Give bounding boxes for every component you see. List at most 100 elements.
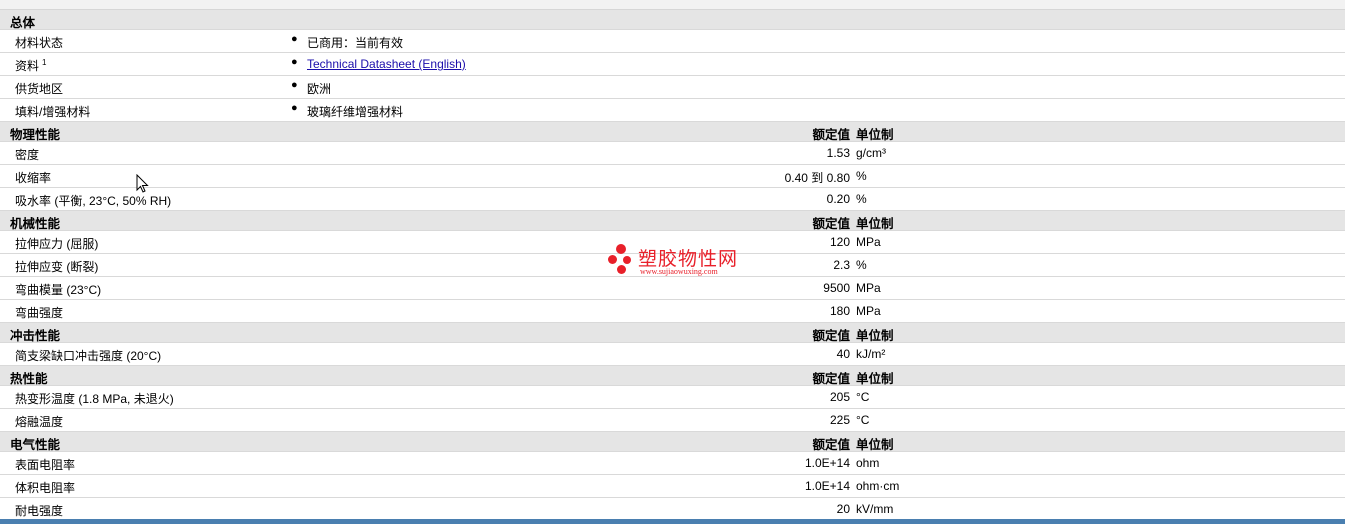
property-label: 弯曲模量 (23°C) — [15, 283, 102, 297]
property-unit: % — [856, 258, 867, 272]
table-row: 供货地区 ● 欧洲 — [0, 76, 1345, 99]
property-value: 180 — [829, 304, 850, 318]
property-value: 1.0E+14 — [804, 456, 850, 470]
property-label: 吸水率 (平衡, 23°C, 50% RH) — [15, 194, 172, 208]
property-unit: MPa — [856, 235, 881, 249]
property-label: 密度 — [15, 148, 40, 162]
table-row: 体积电阻率 1.0E+14 ohm·cm — [0, 475, 1345, 498]
datasheet-table: 总体材料状态 ● 已商用：当前有效资料 1 ● Technical Datasheet (… — [0, 0, 1345, 524]
property-label: 体积电阻率 — [15, 481, 76, 495]
footnote-marker: 1 — [42, 58, 47, 67]
property-unit: °C — [856, 413, 870, 427]
section-title: 总体 — [10, 16, 36, 30]
table-row: 资料 1 ● Technical Datasheet (English) — [0, 53, 1345, 76]
property-value: 0.20 — [826, 192, 850, 206]
property-label: 供货地区 — [15, 80, 63, 97]
unit-column-header: 单位制 — [856, 372, 894, 386]
section-header: 机械性能 额定值 单位制 — [0, 211, 1345, 231]
table-row: 熔融温度 225 °C — [0, 409, 1345, 432]
value-column-header: 额定值 — [812, 329, 850, 343]
value-column-header: 额定值 — [812, 438, 850, 452]
value-column-header: 额定值 — [812, 128, 850, 142]
property-label-text: 资料 — [15, 59, 40, 73]
property-label: 耐电强度 — [15, 504, 64, 518]
property-value: 玻璃纤维增强材料 — [307, 105, 404, 119]
table-row: 表面电阻率 1.0E+14 ohm — [0, 452, 1345, 475]
property-value: 205 — [829, 390, 850, 404]
bullet-dot-icon: ● — [291, 79, 298, 91]
table-row: 密度 1.53 g/cm³ — [0, 142, 1345, 165]
table-row: 弯曲强度 180 MPa — [0, 300, 1345, 323]
property-label: 熔融温度 — [15, 415, 64, 429]
property-value: 225 — [829, 413, 850, 427]
property-value: 20 — [836, 502, 850, 516]
bullet-dot-icon: ● — [291, 33, 298, 45]
property-label: 收缩率 — [15, 171, 52, 185]
bullet-dot-icon: ● — [291, 56, 298, 68]
property-label: 资料 1 — [15, 57, 46, 74]
property-label: 材料状态 — [15, 34, 63, 51]
property-unit: % — [856, 169, 867, 183]
property-unit: °C — [856, 390, 870, 404]
table-row: 材料状态 ● 已商用：当前有效 — [0, 30, 1345, 53]
section-header: 物理性能 额定值 单位制 — [0, 122, 1345, 142]
property-value: 9500 — [823, 281, 850, 295]
unit-column-header: 单位制 — [856, 128, 894, 142]
property-unit: kJ/m² — [856, 347, 886, 361]
section-header: 冲击性能 额定值 单位制 — [0, 323, 1345, 343]
bottom-scroll-edge — [0, 519, 1345, 524]
table-row: 收缩率 0.40 到 0.80% — [0, 165, 1345, 188]
table-row: 填料/增强材料 ● 玻璃纤维增强材料 — [0, 99, 1345, 122]
property-label: 拉伸应变 (断裂) — [15, 260, 99, 274]
table-row: 吸水率 (平衡, 23°C, 50% RH) 0.20% — [0, 188, 1345, 211]
property-value: 1.0E+14 — [804, 479, 850, 493]
property-value: 0.40 到 0.80 — [784, 171, 850, 185]
property-label: 简支梁缺口冲击强度 (20°C) — [15, 349, 162, 363]
section-title: 电气性能 — [10, 438, 61, 452]
property-label-text: 材料状态 — [15, 36, 64, 50]
section-header: 热性能 额定值 单位制 — [0, 366, 1345, 386]
property-label: 热变形温度 (1.8 MPa, 未退火) — [15, 392, 174, 406]
property-unit: % — [856, 192, 867, 206]
section-header-general: 总体 — [0, 10, 1345, 30]
section-title: 冲击性能 — [10, 329, 61, 343]
property-value: Technical Datasheet (English) — [307, 57, 466, 71]
value-column-header: 额定值 — [812, 217, 850, 231]
property-unit: g/cm³ — [856, 146, 886, 160]
property-label-text: 供货地区 — [15, 82, 64, 96]
property-label: 填料/增强材料 — [15, 103, 90, 120]
property-value: 欧洲 — [307, 82, 332, 96]
bullet-dot-icon: ● — [291, 102, 298, 114]
property-label-text: 填料/增强材料 — [15, 105, 91, 119]
section-title: 机械性能 — [10, 217, 61, 231]
table-row: 拉伸应变 (断裂) 2.3% — [0, 254, 1345, 277]
mouse-pointer-icon — [136, 174, 149, 193]
property-value: 40 — [836, 347, 850, 361]
property-unit: MPa — [856, 304, 881, 318]
property-label: 表面电阻率 — [15, 458, 76, 472]
datasheet-link[interactable]: Technical Datasheet (English) — [307, 57, 466, 71]
unit-column-header: 单位制 — [856, 217, 894, 231]
table-row: 弯曲模量 (23°C) 9500 MPa — [0, 277, 1345, 300]
unit-column-header: 单位制 — [856, 329, 894, 343]
top-strip — [0, 0, 1345, 10]
table-row: 耐电强度 20 kV/mm — [0, 498, 1345, 521]
table-row: 热变形温度 (1.8 MPa, 未退火) 205 °C — [0, 386, 1345, 409]
property-value: 2.3 — [833, 258, 850, 272]
property-unit: ohm·cm — [856, 479, 900, 493]
property-label: 弯曲强度 — [15, 306, 64, 320]
property-value: 120 — [829, 235, 850, 249]
property-value: 1.53 — [826, 146, 850, 160]
property-label: 拉伸应力 (屈服) — [15, 237, 99, 251]
unit-column-header: 单位制 — [856, 438, 894, 452]
property-unit: MPa — [856, 281, 881, 295]
property-unit: kV/mm — [856, 502, 894, 516]
table-row: 拉伸应力 (屈服) 120 MPa — [0, 231, 1345, 254]
value-column-header: 额定值 — [812, 372, 850, 386]
table-row: 简支梁缺口冲击强度 (20°C) 40 kJ/m² — [0, 343, 1345, 366]
section-header: 电气性能 额定值 单位制 — [0, 432, 1345, 452]
property-unit: ohm — [856, 456, 880, 470]
section-title: 物理性能 — [10, 128, 61, 142]
section-title: 热性能 — [10, 372, 48, 386]
property-value: 已商用：当前有效 — [307, 36, 404, 50]
